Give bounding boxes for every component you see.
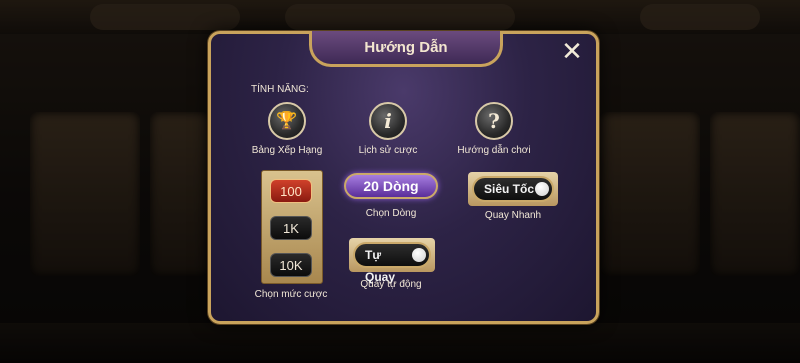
feature-bet-history[interactable]: i Lịch sử cược xyxy=(333,102,443,156)
feature-leaderboard[interactable]: 🏆 Bảng Xếp Hạng xyxy=(232,102,342,156)
info-icon[interactable]: i xyxy=(369,102,407,140)
toggle-knob xyxy=(412,248,426,262)
close-button[interactable]: ✕ xyxy=(558,38,586,66)
feature-label: Hướng dẫn chơi xyxy=(457,145,531,156)
feature-how-to-play[interactable]: ? Hướng dẫn chơi xyxy=(439,102,549,156)
bet-caption: Chọn mức cược xyxy=(254,289,328,300)
dialog-title: Hướng Dẫn xyxy=(364,39,448,56)
auto-spin-caption: Quay tự động xyxy=(360,279,422,290)
fast-spin-caption: Quay Nhanh xyxy=(484,210,542,221)
bet-selector: 100 1K 10K xyxy=(261,170,323,284)
dialog-title-tab: Hướng Dẫn xyxy=(309,31,503,67)
bet-option-10k[interactable]: 10K xyxy=(270,253,312,277)
features-section-label: TÍNH NĂNG: xyxy=(251,84,309,95)
lines-caption: Chọn Dòng xyxy=(365,208,417,219)
fast-spin-label: Siêu Tốc xyxy=(484,182,535,196)
toggle-knob xyxy=(535,182,549,196)
fast-spin-toggle[interactable]: Siêu Tốc xyxy=(472,176,554,202)
bet-option-1k[interactable]: 1K xyxy=(270,216,312,240)
close-icon[interactable]: ✕ xyxy=(561,37,583,67)
feature-label: Bảng Xếp Hạng xyxy=(251,145,323,156)
question-icon[interactable]: ? xyxy=(475,102,513,140)
bet-option-100[interactable]: 100 xyxy=(270,179,312,203)
lines-button[interactable]: 20 Dòng xyxy=(344,173,438,199)
auto-spin-toggle[interactable]: Tự Quay xyxy=(353,242,431,284)
guide-dialog: Hướng Dẫn ✕ TÍNH NĂNG: 🏆 Bảng Xếp Hạng i… xyxy=(208,31,599,324)
feature-label: Lịch sử cược xyxy=(358,145,418,156)
trophy-icon[interactable]: 🏆 xyxy=(268,102,306,140)
